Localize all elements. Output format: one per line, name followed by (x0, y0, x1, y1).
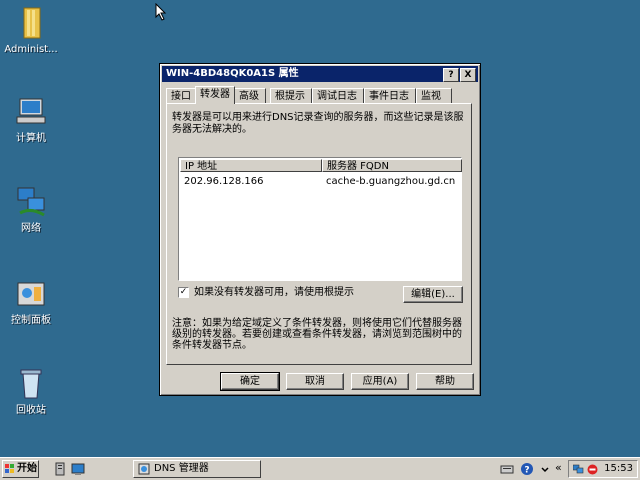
dns-manager-icon (138, 463, 150, 475)
tab-root-hints[interactable]: 根提示 (270, 88, 312, 103)
server-manager-icon[interactable] (54, 462, 68, 476)
user-folder-icon (14, 6, 48, 40)
help-button[interactable]: 帮助 (416, 373, 474, 390)
row-fqdn: cache-b.guangzhou.gd.cn (326, 176, 456, 187)
desktop-icon-label: Administ... (4, 44, 58, 55)
language-bar-menu-icon[interactable] (540, 462, 550, 476)
security-alert-icon[interactable] (587, 464, 598, 475)
use-root-hints-checkbox[interactable]: ✓ (178, 287, 189, 298)
mouse-cursor-icon (155, 3, 167, 21)
taskbar-item-label: DNS 管理器 (154, 463, 209, 474)
control-panel-icon (14, 277, 48, 311)
network-icon (14, 185, 48, 219)
tab-interfaces[interactable]: 接口 (166, 88, 196, 103)
tab-event-logging[interactable]: 事件日志 (364, 88, 416, 103)
tab-debug-logging[interactable]: 调试日志 (312, 88, 364, 103)
taskbar: 开始 DNS 管理器 ? « 15:53 (0, 457, 640, 480)
column-ip-address[interactable]: IP 地址 (180, 159, 322, 172)
clock[interactable]: 15:53 (604, 461, 633, 477)
tab-monitoring[interactable]: 监视 (416, 88, 452, 103)
use-root-hints-label: 如果没有转发器可用，请使用根提示 (194, 287, 354, 298)
desktop-icon-label: 控制面板 (11, 315, 51, 326)
show-desktop-icon[interactable] (71, 462, 85, 476)
taskbar-item-dns-manager[interactable]: DNS 管理器 (133, 460, 261, 478)
desktop-icon-control-panel[interactable]: 控制面板 (0, 277, 66, 327)
start-label: 开始 (17, 463, 37, 474)
column-server-fqdn[interactable]: 服务器 FQDN (322, 159, 462, 172)
ok-button[interactable]: 确定 (220, 372, 280, 391)
windows-logo-icon (5, 464, 14, 473)
row-ip: 202.96.128.166 (184, 176, 264, 187)
dialog-title: WIN-4BD48QK0A1S 属性 (166, 68, 299, 79)
recycle-bin-icon (14, 367, 48, 401)
desktop-icon-network[interactable]: 网络 (0, 185, 66, 235)
conditional-forwarders-note: 注意：如果为给定域定义了条件转发器，则将使用它们代替服务器级别的转发器。若要创建… (172, 318, 462, 351)
list-header: IP 地址 服务器 FQDN (180, 159, 462, 172)
tray-expand-chevron[interactable]: « (555, 461, 562, 474)
close-button[interactable]: X (460, 68, 476, 82)
forwarders-list[interactable]: IP 地址 服务器 FQDN 202.96.128.166 cache-b.gu… (178, 157, 462, 281)
computer-icon (14, 95, 48, 129)
keyboard-icon[interactable] (500, 462, 514, 476)
edit-button[interactable]: 编辑(E)... (403, 286, 463, 303)
tab-advanced[interactable]: 高级 (234, 88, 266, 103)
server-properties-dialog: WIN-4BD48QK0A1S 属性 ? X 接口 转发器 高级 根提示 调试日… (159, 63, 481, 396)
help-title-button[interactable]: ? (443, 68, 459, 82)
desktop-icon-label: 网络 (21, 223, 41, 234)
apply-button[interactable]: 应用(A) (351, 373, 409, 390)
dialog-titlebar[interactable]: WIN-4BD48QK0A1S 属性 ? X (162, 66, 478, 82)
system-tray: 15:53 (568, 460, 638, 478)
desktop-icon-recycle-bin[interactable]: 回收站 (0, 367, 66, 417)
desktop-icon-computer[interactable]: 计算机 (0, 95, 66, 145)
desktop-icon-administrator[interactable]: Administ... (0, 6, 66, 56)
desktop-icon-label: 回收站 (16, 405, 46, 416)
svg-text:?: ? (524, 466, 529, 476)
forwarders-description: 转发器是可以用来进行DNS记录查询的服务器，而这些记录是该服务器无法解决的。 (172, 112, 464, 135)
network-status-icon[interactable] (573, 464, 584, 475)
help-icon[interactable]: ? (520, 462, 534, 476)
start-button[interactable]: 开始 (2, 460, 39, 478)
cancel-button[interactable]: 取消 (286, 373, 344, 390)
tab-forwarders[interactable]: 转发器 (195, 86, 235, 104)
desktop-icon-label: 计算机 (16, 133, 46, 144)
